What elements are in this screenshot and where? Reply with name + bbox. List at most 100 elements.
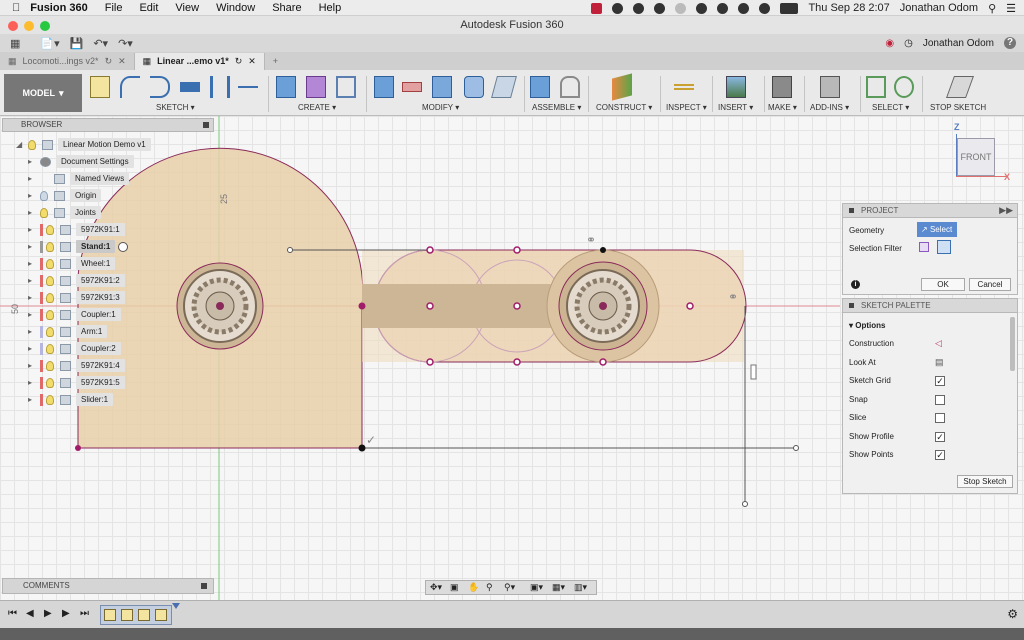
sketch-palette-header[interactable]: SKETCH PALETTE bbox=[843, 299, 1017, 313]
tray-icon-1[interactable] bbox=[612, 2, 624, 14]
split-icon[interactable] bbox=[491, 76, 517, 98]
stop-sketch-button[interactable]: STOP SKETCH bbox=[930, 103, 986, 112]
play-icon[interactable]: ▶ bbox=[44, 608, 52, 619]
cancel-button[interactable]: Cancel bbox=[969, 278, 1011, 291]
visibility-bulb-icon[interactable] bbox=[40, 190, 48, 201]
browser-item-stand-1[interactable]: ▸ Stand:1 bbox=[28, 239, 129, 254]
browser-item-document-settings[interactable]: ▸ Document Settings bbox=[28, 154, 134, 169]
battery-icon[interactable] bbox=[780, 2, 799, 14]
look-at-icon[interactable]: ▣ bbox=[450, 582, 459, 593]
expand-icon[interactable]: ▸ bbox=[28, 361, 36, 370]
geometry-select-button[interactable]: ↗ Select bbox=[917, 222, 957, 237]
pan-icon[interactable]: ✋ bbox=[468, 582, 479, 593]
volume-icon[interactable] bbox=[759, 2, 771, 14]
record-icon[interactable]: ◉ bbox=[885, 38, 894, 49]
orbit-icon[interactable]: ✥▾ bbox=[430, 582, 442, 593]
mirror-icon[interactable] bbox=[210, 76, 230, 98]
visibility-bulb-icon[interactable] bbox=[46, 292, 54, 303]
save-icon[interactable]: 💾 bbox=[70, 37, 84, 50]
expand-icon[interactable]: ▸ bbox=[28, 395, 36, 404]
tray-icon-4[interactable] bbox=[675, 2, 687, 14]
modify-menu[interactable]: MODIFY ▾ bbox=[422, 103, 459, 112]
display-settings-icon[interactable]: ▣▾ bbox=[530, 582, 543, 593]
file-icon[interactable]: 📄▾ bbox=[40, 37, 59, 50]
panel-pin-icon[interactable] bbox=[849, 208, 854, 213]
refresh-icon[interactable]: ↻ bbox=[105, 53, 113, 70]
expand-icon[interactable]: ▸ bbox=[28, 344, 36, 353]
menubar-user[interactable]: Jonathan Odom bbox=[900, 2, 978, 14]
palette-checkbox-show-points[interactable]: ✓ bbox=[935, 450, 945, 460]
menu-share[interactable]: Share bbox=[272, 2, 301, 14]
ok-button[interactable]: OK bbox=[921, 278, 965, 291]
dimension-25[interactable]: 25 bbox=[219, 194, 229, 204]
help-icon[interactable]: ? bbox=[1004, 37, 1016, 49]
browser-item-5972k91-2[interactable]: ▸ 5972K91:2 bbox=[28, 273, 125, 288]
options-section[interactable]: ▾ Options bbox=[849, 321, 885, 330]
menu-help[interactable]: Help bbox=[319, 2, 342, 14]
palette-checkbox-sketch-grid[interactable]: ✓ bbox=[935, 376, 945, 386]
job-status-icon[interactable]: ◷ bbox=[904, 38, 913, 49]
gear-icon[interactable] bbox=[40, 156, 51, 167]
browser-item-slider-1[interactable]: ▸ Slider:1 bbox=[28, 392, 114, 407]
go-to-start-icon[interactable]: ⏮ bbox=[8, 608, 17, 619]
bluetooth-icon[interactable] bbox=[717, 2, 729, 14]
expand-icon[interactable]: ▸ bbox=[28, 276, 36, 285]
construction-toggle-icon[interactable]: ◁ bbox=[935, 338, 942, 349]
notification-icon[interactable]: ☰ bbox=[1006, 2, 1016, 15]
user-menu[interactable]: Jonathan Odom bbox=[923, 38, 994, 49]
browser-header[interactable]: BROWSER bbox=[2, 118, 214, 132]
expand-icon[interactable]: ▸ bbox=[28, 259, 36, 268]
arc-icon[interactable] bbox=[120, 76, 140, 98]
zoom-window-icon[interactable] bbox=[40, 21, 50, 31]
activate-component-icon[interactable] bbox=[118, 241, 129, 252]
fit-icon[interactable]: ⚲▾ bbox=[504, 582, 515, 593]
pattern-icon[interactable] bbox=[336, 76, 356, 98]
timeline-marker-icon[interactable] bbox=[172, 603, 180, 609]
spotlight-icon[interactable]: ⚲ bbox=[988, 2, 996, 15]
expand-icon[interactable]: ▸ bbox=[28, 208, 36, 217]
browser-root[interactable]: ◢ Linear Motion Demo v1 bbox=[16, 137, 151, 152]
palette-checkbox-snap[interactable] bbox=[935, 394, 945, 405]
project-header[interactable]: PROJECT ▶▶ bbox=[843, 204, 1017, 218]
timeline-sketch-icon[interactable] bbox=[155, 609, 167, 621]
expand-icon[interactable]: ▸ bbox=[28, 327, 36, 336]
browser-item-coupler-2[interactable]: ▸ Coupler:2 bbox=[28, 341, 121, 356]
refresh-icon[interactable]: ↻ bbox=[235, 53, 243, 70]
menu-file[interactable]: File bbox=[105, 2, 123, 14]
visibility-bulb-icon[interactable] bbox=[40, 207, 48, 218]
browser-item-arm-1[interactable]: ▸ Arm:1 bbox=[28, 324, 108, 339]
scripts-icon[interactable] bbox=[820, 76, 840, 98]
timeline-track[interactable] bbox=[100, 605, 172, 625]
tray-icon-3[interactable] bbox=[654, 2, 666, 14]
select-box-icon[interactable] bbox=[866, 76, 886, 98]
shell-icon[interactable] bbox=[464, 76, 484, 98]
step-back-icon[interactable]: ◀ bbox=[26, 608, 34, 619]
apple-icon[interactable]:  bbox=[12, 2, 20, 14]
timeline-sketch-icon[interactable] bbox=[138, 609, 150, 621]
grid-settings-icon[interactable]: ▦▾ bbox=[552, 582, 565, 593]
browser-item-origin[interactable]: ▸ Origin bbox=[28, 188, 102, 203]
menu-view[interactable]: View bbox=[175, 2, 199, 14]
tray-icon-2[interactable] bbox=[633, 2, 645, 14]
timeline-sketch-icon[interactable] bbox=[104, 609, 116, 621]
palette-checkbox-show-profile[interactable]: ✓ bbox=[935, 431, 945, 442]
measure-icon[interactable] bbox=[674, 84, 694, 90]
menu-window[interactable]: Window bbox=[216, 2, 255, 14]
addins-menu[interactable]: ADD-INS ▾ bbox=[810, 103, 849, 112]
browser-item-5972k91-3[interactable]: ▸ 5972K91:3 bbox=[28, 290, 125, 305]
visibility-bulb-icon[interactable] bbox=[46, 394, 54, 405]
expand-icon[interactable]: ▸ bbox=[28, 174, 36, 183]
insert-menu[interactable]: INSERT ▾ bbox=[718, 103, 753, 112]
browser-item-5972k91-5[interactable]: ▸ 5972K91:5 bbox=[28, 375, 125, 390]
visibility-bulb-icon[interactable] bbox=[46, 241, 54, 252]
tab-locomotive[interactable]: ▦ Locomoti...ings v2* ↻ ✕ bbox=[0, 53, 135, 70]
expand-icon[interactable]: ▸ bbox=[28, 191, 36, 200]
joint-icon[interactable] bbox=[560, 76, 580, 98]
browser-item-wheel-1[interactable]: ▸ Wheel:1 bbox=[28, 256, 116, 271]
palette-checkbox-slice[interactable] bbox=[935, 413, 945, 423]
box-icon[interactable] bbox=[276, 76, 296, 98]
minimize-window-icon[interactable] bbox=[24, 21, 34, 31]
close-window-icon[interactable] bbox=[8, 21, 18, 31]
make-menu[interactable]: MAKE ▾ bbox=[768, 103, 797, 112]
tray-app-icon[interactable] bbox=[591, 2, 603, 14]
